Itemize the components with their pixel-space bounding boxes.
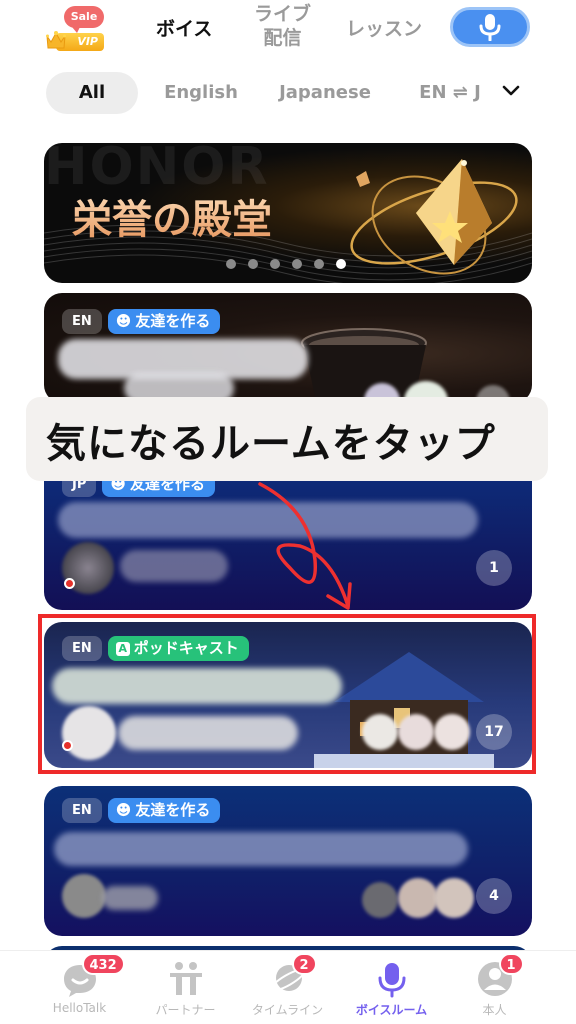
room-card[interactable]: JP ☻ 友達を作る 1 <box>44 460 532 610</box>
pagination-dot[interactable] <box>270 259 280 269</box>
notification-badge: 1 <box>498 953 524 975</box>
live-indicator <box>64 578 75 589</box>
banner-pagination <box>226 259 346 269</box>
room-tags: EN ☻ 友達を作る <box>62 798 221 823</box>
filter-all[interactable]: All <box>46 72 138 114</box>
notification-badge: 2 <box>291 953 317 975</box>
nav-label: パートナー <box>155 1003 216 1017</box>
participant-avatar <box>362 882 398 918</box>
tutorial-highlight-box <box>38 614 536 774</box>
filter-japanese[interactable]: Japanese <box>270 72 380 114</box>
room-card[interactable]: EN ☻ 友達を作る <box>44 293 532 403</box>
banner-title: 栄誉の殿堂 <box>72 187 272 245</box>
tab-lessons[interactable]: レッスン <box>346 14 422 41</box>
tab-live-line2: 配信 <box>263 27 302 49</box>
tab-live-line1: ライブ <box>254 3 312 25</box>
nav-voice-room[interactable]: ボイスルーム <box>334 955 449 1023</box>
room-type-label: 友達を作る <box>135 801 211 819</box>
room-title-redacted <box>54 832 468 866</box>
smile-icon: ☻ <box>115 312 132 330</box>
top-bar: Sale VIP ボイス ライブ 配信 レッスン <box>0 0 576 60</box>
filter-english[interactable]: English <box>158 72 244 114</box>
language-filter: All English Japanese EN ⇌ J <box>0 70 576 116</box>
nav-label: 本人 <box>482 1003 507 1017</box>
tutorial-caption: 気になるルームをタップ <box>26 397 548 481</box>
chevron-down-icon[interactable] <box>500 80 522 102</box>
crown-icon <box>46 31 66 49</box>
room-type-tag: ☻ 友達を作る <box>107 798 221 823</box>
nav-label: HelloTalk <box>52 1001 107 1015</box>
nav-partners[interactable]: パートナー <box>128 955 243 1023</box>
tutorial-caption-text: 気になるルームをタップ <box>46 421 496 467</box>
host-avatar <box>62 874 106 918</box>
hall-of-fame-banner[interactable]: HONOR 栄誉の殿堂 <box>44 143 532 283</box>
microphone-icon <box>378 963 405 998</box>
participant-avatar <box>398 878 438 918</box>
nav-hellotalk[interactable]: 432 HelloTalk <box>22 953 137 1023</box>
voice-input-button[interactable] <box>450 7 530 47</box>
filter-en-jp-exchange[interactable]: EN ⇌ J <box>408 72 492 114</box>
crystal-star-trophy-icon <box>350 159 518 275</box>
microphone-icon <box>479 14 501 41</box>
room-card[interactable]: EN ☻ 友達を作る 4 <box>44 786 532 936</box>
tab-voice[interactable]: ボイス <box>156 14 212 41</box>
room-type-tag: ☻ 友達を作る <box>107 309 221 334</box>
host-name-redacted <box>102 886 158 910</box>
sale-badge: Sale <box>64 6 104 33</box>
room-language-tag: EN <box>62 798 102 823</box>
pagination-dot[interactable] <box>226 259 236 269</box>
room-title-redacted <box>58 502 478 538</box>
nav-label: タイムライン <box>251 1003 324 1017</box>
partners-icon <box>169 962 202 995</box>
participant-avatar <box>434 878 474 918</box>
nav-timeline[interactable]: 2 タイムライン <box>230 953 345 1023</box>
vip-sale-button[interactable]: Sale VIP <box>46 6 106 52</box>
voice-rooms-screen: Sale VIP ボイス ライブ 配信 レッスン All English Jap… <box>0 0 576 1024</box>
nav-label: ボイスルーム <box>355 1003 428 1017</box>
tab-live[interactable]: ライブ 配信 <box>254 2 311 50</box>
room-type-label: 友達を作る <box>135 312 211 330</box>
pagination-dot[interactable] <box>314 259 324 269</box>
smile-icon: ☻ <box>115 801 132 819</box>
room-language-tag: EN <box>62 309 102 334</box>
pagination-dot[interactable] <box>292 259 302 269</box>
room-tags: EN ☻ 友達を作る <box>62 309 221 334</box>
bottom-navigation: 432 HelloTalk パートナー 2 タイムライン ボイスルーム 1 本人 <box>0 950 576 1024</box>
unread-badge: 432 <box>81 953 125 975</box>
participant-count: 4 <box>476 878 512 914</box>
nav-profile[interactable]: 1 本人 <box>437 953 552 1023</box>
pagination-dot-active[interactable] <box>336 259 346 269</box>
pagination-dot[interactable] <box>248 259 258 269</box>
host-name-redacted <box>120 550 228 582</box>
participant-count: 1 <box>476 550 512 586</box>
